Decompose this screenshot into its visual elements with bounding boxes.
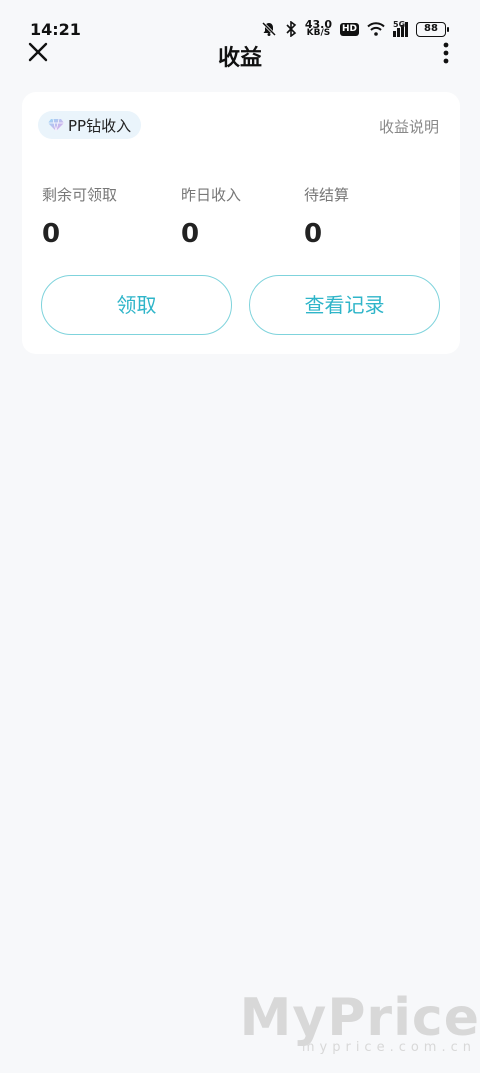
page-title: 收益 xyxy=(217,46,262,71)
stat-pending-settlement: 待结算 0 xyxy=(304,184,349,249)
view-records-button[interactable]: 查看记录 xyxy=(249,275,440,335)
watermark-brand: MyPrice xyxy=(239,988,480,1048)
stat-value: 0 xyxy=(304,219,323,249)
income-type-chip: PP钻收入 xyxy=(38,111,142,139)
stat-label: 剩余可领取 xyxy=(42,186,118,204)
income-card: PP钻收入 收益说明 剩余可领取 0 昨日收入 0 待结算 0 领取 查看记录 xyxy=(22,92,460,354)
stat-remaining-claimable: 剩余可领取 0 xyxy=(42,184,117,249)
income-chip-label: PP钻收入 xyxy=(68,116,132,135)
more-options-icon[interactable] xyxy=(442,42,450,64)
stat-yesterday-income: 昨日收入 0 xyxy=(181,184,241,249)
nav-bar: 收益 xyxy=(0,34,480,74)
income-explanation-link[interactable]: 收益说明 xyxy=(379,116,439,137)
stat-value: 0 xyxy=(181,219,200,249)
stat-value: 0 xyxy=(42,219,61,249)
stat-label: 昨日收入 xyxy=(181,186,242,204)
watermark-logo: MyPrice myprice.com.cn xyxy=(240,990,480,1055)
stat-label: 待结算 xyxy=(304,186,350,204)
network-type-label: 5G xyxy=(393,20,406,29)
diamond-icon xyxy=(48,118,64,132)
claim-button[interactable]: 领取 xyxy=(41,275,232,335)
